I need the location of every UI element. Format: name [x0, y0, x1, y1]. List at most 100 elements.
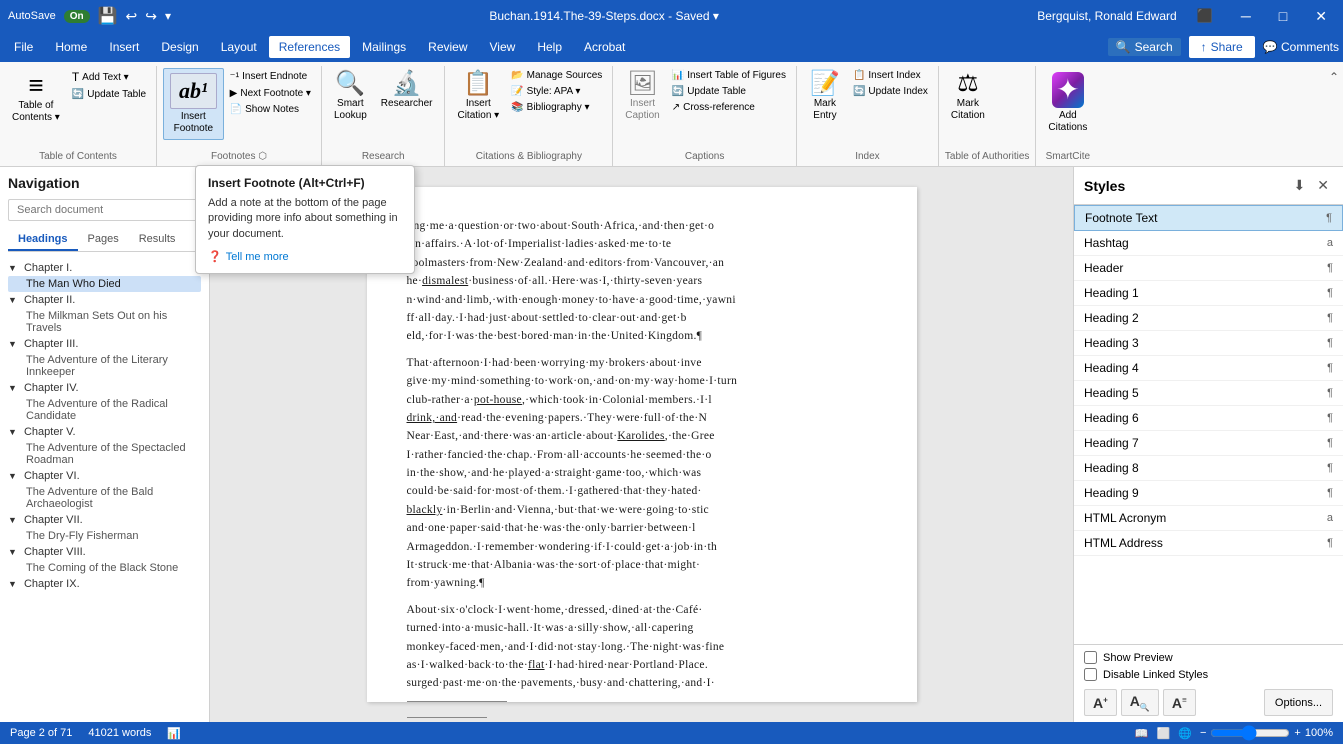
bibliography-button[interactable]: 📚 Bibliography ▾	[507, 100, 606, 115]
nav-item-black-stone[interactable]: The Coming of the Black Stone	[8, 560, 201, 576]
nav-item-radical-candidate[interactable]: The Adventure of the Radical Candidate	[8, 396, 201, 424]
add-text-button[interactable]: T Add Text ▾	[68, 68, 150, 86]
show-notes-button[interactable]: 📄 Show Notes	[226, 102, 315, 117]
chapter-vii[interactable]: ▼ Chapter VII.	[8, 512, 201, 528]
style-item-header[interactable]: Header ¶	[1074, 256, 1343, 281]
style-item-heading5[interactable]: Heading 5 ¶	[1074, 381, 1343, 406]
new-style-btn[interactable]: A+	[1084, 689, 1117, 716]
navigation-search[interactable]	[8, 199, 201, 221]
redo-btn[interactable]: ↪	[145, 8, 157, 25]
search-box[interactable]: 🔍 Search	[1108, 38, 1181, 56]
chapter-ix[interactable]: ▼ Chapter IX.	[8, 576, 201, 592]
nav-tab-headings[interactable]: Headings	[8, 229, 78, 251]
nav-item-milkman[interactable]: The Milkman Sets Out on his Travels	[8, 308, 201, 336]
insert-citation-button[interactable]: 📋 InsertCitation ▾	[451, 68, 505, 126]
next-footnote-button[interactable]: ▶ Next Footnote ▾	[226, 86, 315, 101]
collapse-ribbon-btn[interactable]: ⌃	[1325, 66, 1343, 166]
close-btn[interactable]: ✕	[1307, 6, 1335, 27]
chapter-ii[interactable]: ▼ Chapter II.	[8, 292, 201, 308]
chapter-iv[interactable]: ▼ Chapter IV.	[8, 380, 201, 396]
layout-view-btn[interactable]: ⬜	[1157, 727, 1171, 740]
style-item-heading1[interactable]: Heading 1 ¶	[1074, 281, 1343, 306]
style-item-html-address[interactable]: HTML Address ¶	[1074, 531, 1343, 556]
nav-tab-results[interactable]: Results	[129, 229, 186, 251]
show-preview-checkbox[interactable]: Show Preview	[1084, 651, 1333, 664]
autosave-toggle[interactable]: On	[64, 10, 90, 23]
disable-linked-input[interactable]	[1084, 668, 1097, 681]
nav-item-bald-archaeologist[interactable]: The Adventure of the Bald Archaeologist	[8, 484, 201, 512]
style-item-heading9[interactable]: Heading 9 ¶	[1074, 481, 1343, 506]
saved-arrow[interactable]: ▾	[713, 9, 719, 23]
disable-linked-checkbox[interactable]: Disable Linked Styles	[1084, 668, 1333, 681]
update-table-captions-button[interactable]: 🔄 Update Table	[668, 84, 790, 99]
insert-index-button[interactable]: 📋 Insert Index	[849, 68, 932, 83]
style-inspector-btn[interactable]: A🔍	[1121, 689, 1159, 716]
mark-entry-button[interactable]: 📝 MarkEntry	[803, 68, 847, 126]
cross-reference-button[interactable]: ↗ Cross-reference	[668, 100, 790, 115]
insert-endnote-button[interactable]: ⁻¹ Insert Endnote	[226, 68, 315, 85]
nav-item-literary-innkeeper[interactable]: The Adventure of the Literary Innkeeper	[8, 352, 201, 380]
footnote-ref-input[interactable]	[407, 717, 487, 718]
style-item-html-acronym[interactable]: HTML Acronym a	[1074, 506, 1343, 531]
style-item-heading3[interactable]: Heading 3 ¶	[1074, 331, 1343, 356]
style-item-heading4[interactable]: Heading 4 ¶	[1074, 356, 1343, 381]
insert-footnote-button[interactable]: ab¹ InsertFootnote	[163, 68, 224, 140]
nav-item-spectacled-roadman[interactable]: The Adventure of the Spectacled Roadman	[8, 440, 201, 468]
menu-item-design[interactable]: Design	[151, 36, 208, 58]
style-item-heading2[interactable]: Heading 2 ¶	[1074, 306, 1343, 331]
style-item-heading8[interactable]: Heading 8 ¶	[1074, 456, 1343, 481]
menu-item-review[interactable]: Review	[418, 36, 477, 58]
nav-item-dry-fly[interactable]: The Dry-Fly Fisherman	[8, 528, 201, 544]
update-table-toc-button[interactable]: 🔄 Update Table	[68, 87, 150, 102]
menu-item-acrobat[interactable]: Acrobat	[574, 36, 635, 58]
style-item-hashtag[interactable]: Hashtag a	[1074, 231, 1343, 256]
table-of-contents-button[interactable]: ≡ Table ofContents ▾	[6, 68, 66, 128]
nav-tab-pages[interactable]: Pages	[78, 229, 129, 251]
styles-close-btn[interactable]: ✕	[1313, 175, 1333, 196]
menu-item-view[interactable]: View	[480, 36, 526, 58]
tell-me-more-link[interactable]: ❓ Tell me more	[208, 250, 402, 263]
add-citations-button[interactable]: ✦ AddCitations	[1042, 68, 1093, 138]
menu-item-references[interactable]: References	[269, 36, 350, 58]
ribbon-toggle-btn[interactable]: ⬛	[1189, 6, 1221, 26]
chapter-vi[interactable]: ▼ Chapter VI.	[8, 468, 201, 484]
insert-table-of-figures-button[interactable]: 📊 Insert Table of Figures	[668, 68, 790, 83]
mark-citation-button[interactable]: ⚖ MarkCitation	[945, 68, 991, 126]
doc-stats-icon[interactable]: 📊	[167, 727, 181, 740]
reading-view-btn[interactable]: 📖	[1135, 727, 1149, 740]
manage-sources-button[interactable]: 📂 Manage Sources	[507, 68, 606, 83]
chapter-viii[interactable]: ▼ Chapter VIII.	[8, 544, 201, 560]
update-index-button[interactable]: 🔄 Update Index	[849, 84, 932, 99]
menu-item-layout[interactable]: Layout	[211, 36, 267, 58]
style-item-heading6[interactable]: Heading 6 ¶	[1074, 406, 1343, 431]
zoom-minus-btn[interactable]: −	[1200, 727, 1206, 739]
web-view-btn[interactable]: 🌐	[1178, 727, 1192, 740]
researcher-button[interactable]: 🔬 Researcher	[375, 68, 439, 114]
styles-options-btn[interactable]: Options...	[1264, 689, 1333, 716]
minimize-btn[interactable]: ─	[1233, 6, 1259, 26]
manage-styles-btn[interactable]: A≡	[1163, 689, 1196, 716]
insert-caption-button[interactable]: 🖼 InsertCaption	[619, 68, 665, 126]
document-page[interactable]: ling·me·a·question·or·two·about·South·Af…	[367, 187, 917, 702]
share-button[interactable]: ↑ Share	[1189, 36, 1255, 58]
style-selector[interactable]: 📝 Style: APA ▾	[507, 84, 606, 99]
chapter-iii[interactable]: ▼ Chapter III.	[8, 336, 201, 352]
style-item-footnote-text[interactable]: Footnote Text ¶	[1074, 205, 1343, 231]
zoom-slider[interactable]	[1210, 725, 1290, 741]
styles-expand-btn[interactable]: ⬇	[1290, 175, 1310, 196]
chapter-i[interactable]: ▼ Chapter I.	[8, 260, 201, 276]
menu-item-insert[interactable]: Insert	[99, 36, 149, 58]
restore-btn[interactable]: □	[1271, 6, 1295, 26]
menu-item-file[interactable]: File	[4, 36, 43, 58]
chapter-v[interactable]: ▼ Chapter V.	[8, 424, 201, 440]
quick-access-more[interactable]: ▾	[165, 9, 171, 23]
menu-item-mailings[interactable]: Mailings	[352, 36, 416, 58]
show-preview-input[interactable]	[1084, 651, 1097, 664]
menu-item-help[interactable]: Help	[527, 36, 572, 58]
zoom-plus-btn[interactable]: +	[1294, 727, 1300, 739]
comments-button[interactable]: 💬 Comments	[1263, 40, 1339, 54]
style-item-heading7[interactable]: Heading 7 ¶	[1074, 431, 1343, 456]
smart-lookup-button[interactable]: 🔍 SmartLookup	[328, 68, 373, 126]
undo-btn[interactable]: ↩	[126, 8, 138, 25]
nav-item-man-who-died[interactable]: The Man Who Died	[8, 276, 201, 292]
